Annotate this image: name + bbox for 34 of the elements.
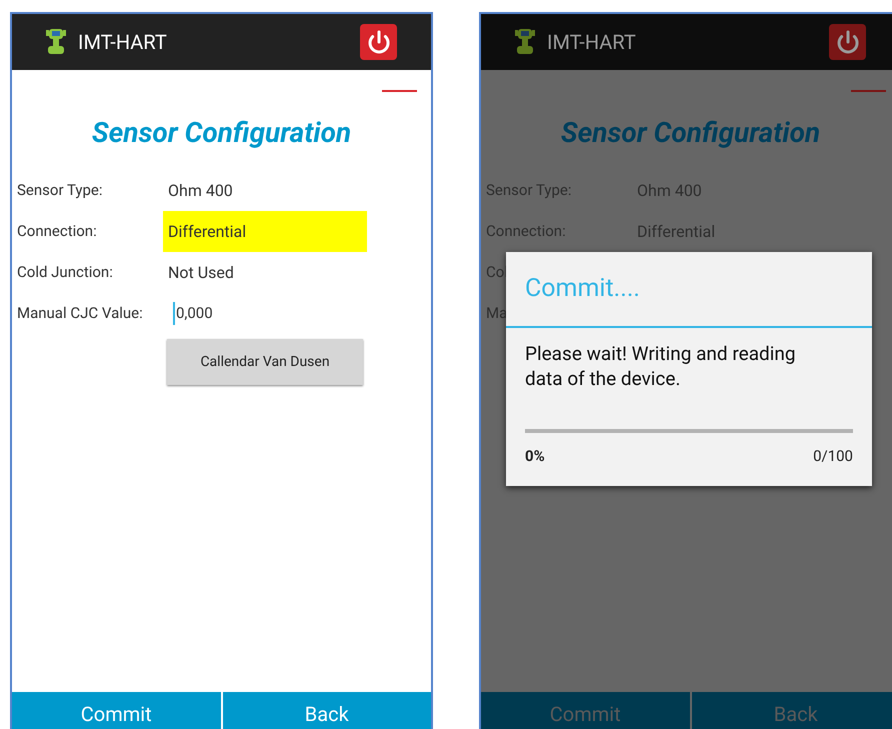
callendar-button[interactable]: Callendar Van Dusen xyxy=(167,339,363,385)
tab-indicator xyxy=(382,90,417,92)
field-label: Manual CJC Value: xyxy=(17,303,144,324)
power-icon xyxy=(836,30,860,54)
app-title: IMT-HART xyxy=(547,29,636,56)
field-label: Sensor Type: xyxy=(17,180,104,202)
robot-icon xyxy=(46,27,66,57)
page-heading: Sensor Configuration xyxy=(560,115,820,151)
power-button[interactable] xyxy=(829,24,866,60)
dialog-title: Commit.... xyxy=(525,273,640,306)
field-label: Connection: xyxy=(486,221,567,242)
footer-button[interactable]: Commit xyxy=(12,692,220,729)
field-label: Sensor Type: xyxy=(486,180,572,202)
field-label: Cold Junction: xyxy=(17,262,114,284)
dialog-message: Please wait! Writing and reading data of the device. xyxy=(524,341,797,391)
footer-button[interactable]: Commit xyxy=(481,692,690,729)
field-value: Ohm 400 xyxy=(636,180,703,202)
tab-indicator xyxy=(851,90,886,92)
field-label: Connection: xyxy=(17,221,98,242)
field-value: Not Used xyxy=(167,262,235,284)
field-label: Ma xyxy=(486,303,508,324)
progress-percent: 0% xyxy=(525,446,545,466)
page-heading: Sensor Configuration xyxy=(92,115,352,151)
power-icon xyxy=(366,30,390,54)
progress-count: 0/100 xyxy=(813,446,853,466)
footer-button[interactable]: Back xyxy=(690,692,892,729)
app-title: IMT-HART xyxy=(78,29,167,56)
power-button[interactable] xyxy=(360,24,397,60)
value-input[interactable]: 0,000 xyxy=(173,302,213,325)
field-value: Differential xyxy=(163,211,367,252)
robot-icon xyxy=(515,27,535,57)
field-value: Ohm 400 xyxy=(167,180,234,202)
field-value: Differential xyxy=(636,220,716,242)
footer-button[interactable]: Back xyxy=(220,692,431,729)
